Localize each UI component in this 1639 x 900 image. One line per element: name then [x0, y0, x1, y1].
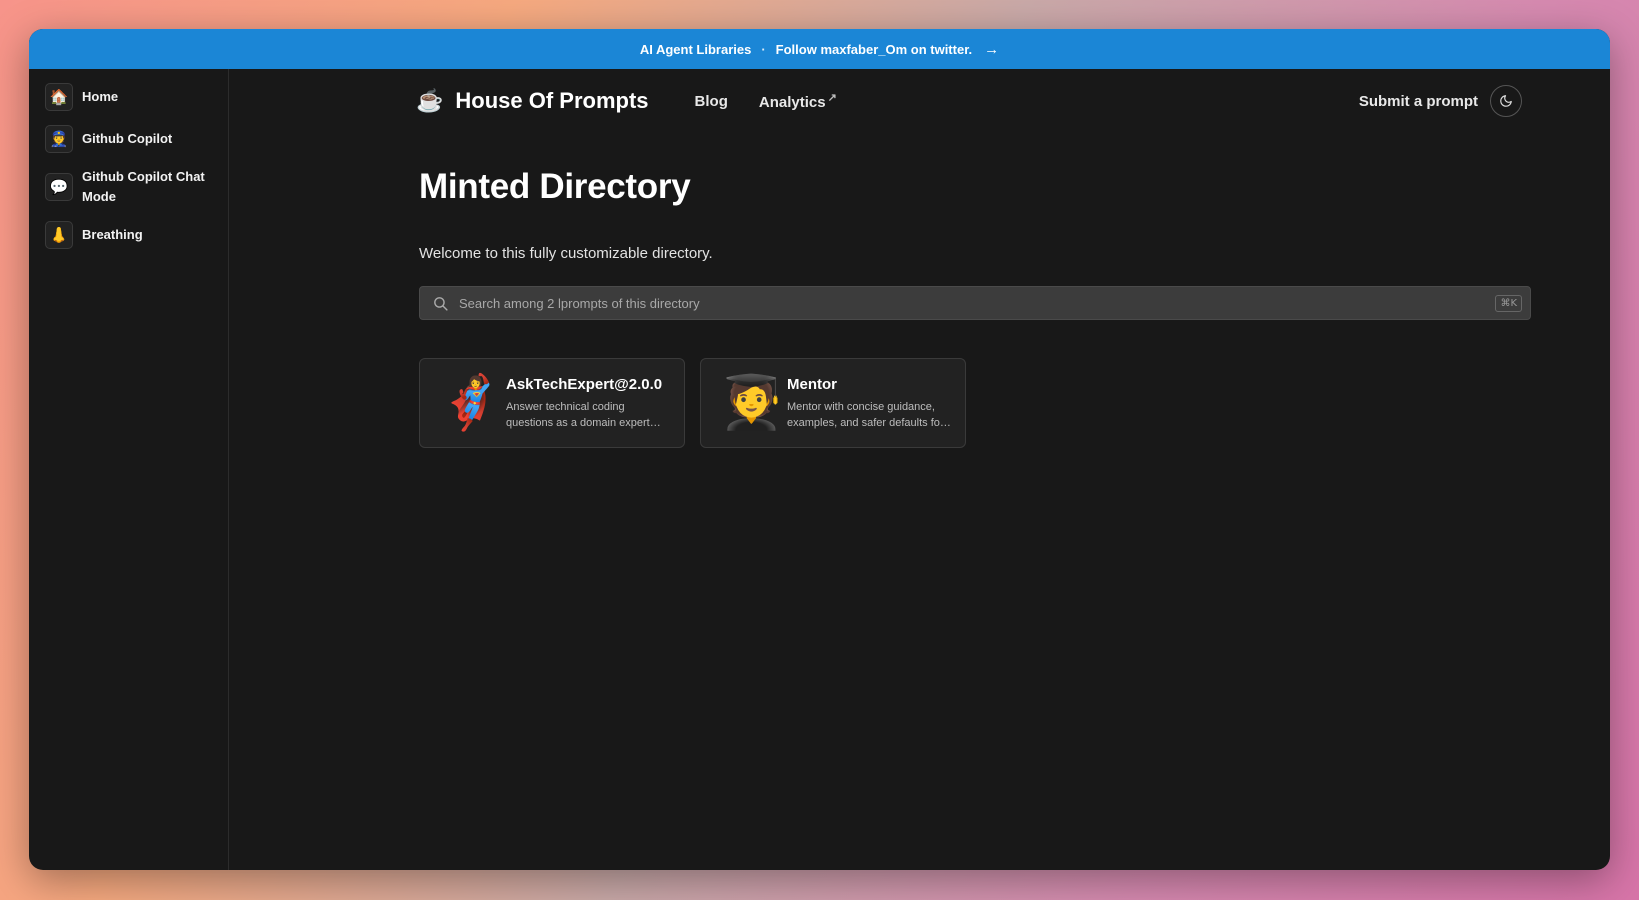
moon-icon [1500, 95, 1512, 107]
sidebar-item-label: Github Copilot [82, 131, 173, 146]
prompt-card-list: 🦸‍♀️ AskTechExpert@2.0.0 Answer technica… [419, 358, 1531, 448]
content: Minted Directory Welcome to this fully c… [419, 167, 1531, 448]
submit-prompt-link[interactable]: Submit a prompt [1359, 93, 1478, 110]
coffee-cup-icon: ☕ [416, 88, 444, 113]
sidebar-item-label: Breathing [82, 227, 143, 242]
home-icon: 🏠 [45, 83, 73, 111]
top-navigation: ☕ House Of Prompts Blog Analytics ↗ Submi… [416, 85, 1522, 117]
nose-icon: 👃 [45, 221, 73, 249]
card-title: Mentor [787, 375, 837, 393]
nav-link-analytics[interactable]: Analytics ↗ [759, 91, 837, 111]
brand-link[interactable]: ☕ House Of Prompts [416, 88, 649, 114]
chat-bubble-icon: 💬 [45, 173, 73, 201]
search-input[interactable] [457, 294, 1496, 312]
card-description: Answer technical coding questions as a d… [506, 400, 650, 429]
sidebar-item-github-copilot-chat-mode[interactable]: 💬 Github Copilot Chat Mode [29, 167, 228, 207]
prompt-card[interactable]: 🧑‍🎓 Mentor Mentor with concise guidance,… [700, 358, 966, 448]
card-body: AskTechExpert@2.0.0 Answer technical cod… [506, 376, 672, 431]
announcement-banner[interactable]: AI Agent Libraries · Follow maxfaber_Om … [29, 29, 1610, 69]
sidebar-item-home[interactable]: 🏠 Home [29, 83, 228, 111]
search-icon [432, 295, 449, 312]
external-link-icon: ↗ [827, 92, 837, 104]
card-description: Mentor with concise guidance, examples, … [787, 400, 944, 429]
superhero-icon: 🦸‍♀️ [438, 374, 503, 432]
sidebar-item-label: Home [82, 89, 119, 104]
sidebar-item-label: Github Copilot Chat Mode [82, 169, 205, 204]
banner-follow-link[interactable]: Follow maxfaber_Om on twitter. [776, 42, 972, 57]
search-bar[interactable]: ⌘K [419, 286, 1531, 320]
main-area: ☕ House Of Prompts Blog Analytics ↗ Submi… [230, 69, 1610, 870]
student-icon: 🧑‍🎓 [719, 374, 784, 432]
welcome-text: Welcome to this fully customizable direc… [419, 245, 713, 262]
card-title: AskTechExpert@2.0.0 [506, 375, 663, 393]
copilot-icon: 👮 [45, 125, 73, 153]
banner-separator: · [761, 41, 766, 57]
page-title: Minted Directory [419, 167, 691, 206]
sidebar: 🏠 Home 👮 Github Copilot 💬 Github Copilot… [29, 69, 229, 870]
card-body: Mentor Mentor with concise guidance, exa… [787, 376, 953, 431]
brand-name: House Of Prompts [455, 88, 649, 113]
keyboard-shortcut-badge: ⌘K [1495, 294, 1522, 312]
sidebar-item-github-copilot[interactable]: 👮 Github Copilot [29, 125, 228, 153]
nav-link-blog[interactable]: Blog [695, 93, 728, 110]
arrow-right-icon[interactable]: → [984, 41, 999, 58]
banner-library-label[interactable]: AI Agent Libraries [640, 42, 751, 57]
theme-toggle-button[interactable] [1490, 85, 1522, 117]
nav-link-analytics-label: Analytics [758, 94, 826, 111]
sidebar-item-breathing[interactable]: 👃 Breathing [29, 221, 228, 249]
app-window: AI Agent Libraries · Follow maxfaber_Om … [29, 29, 1610, 870]
prompt-card[interactable]: 🦸‍♀️ AskTechExpert@2.0.0 Answer technica… [419, 358, 685, 448]
